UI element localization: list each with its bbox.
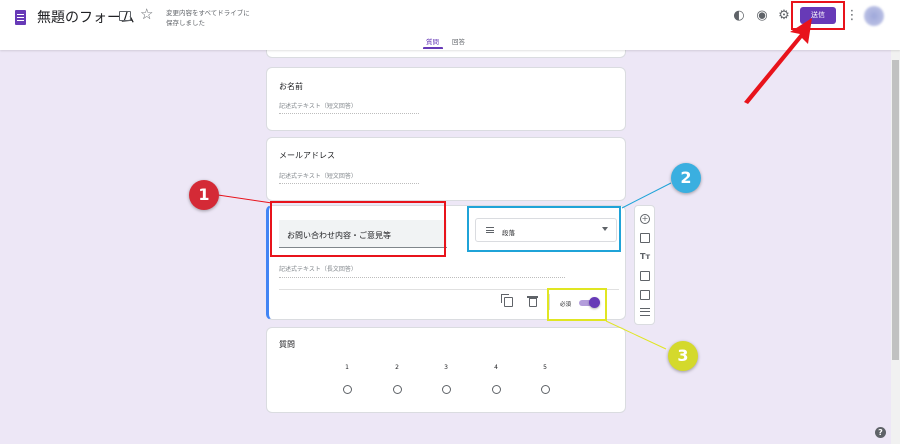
add-title-icon[interactable]: Tт (640, 252, 650, 262)
question-card-email[interactable]: メールアドレス 記述式テキスト（短文回答） (266, 137, 626, 201)
star-icon[interactable]: ☆ (140, 5, 153, 23)
scale-radio-3[interactable] (442, 385, 451, 394)
save-status-text: 変更内容をすべてドライブに保存しました (166, 9, 250, 27)
settings-gear-icon[interactable]: ⚙ (777, 9, 791, 23)
scale-label: 3 (444, 364, 448, 371)
side-toolbar: + Tт (634, 205, 655, 325)
question-title: お名前 (279, 82, 303, 91)
duplicate-icon[interactable] (501, 294, 513, 307)
question-card-name[interactable]: お名前 記述式テキスト（短文回答） (266, 67, 626, 131)
import-questions-icon[interactable] (640, 233, 650, 243)
connector-1 (217, 194, 273, 204)
add-question-icon[interactable]: + (640, 214, 650, 224)
help-icon[interactable]: ? (875, 427, 886, 438)
short-answer-placeholder: 記述式テキスト（短文回答） (279, 171, 419, 184)
forms-doc-icon[interactable] (15, 10, 26, 25)
short-answer-placeholder: 記述式テキスト（短文回答） (279, 101, 419, 114)
tabs: 質問 回答 (0, 36, 900, 50)
folder-icon[interactable] (119, 11, 131, 21)
scrollbar[interactable] (891, 50, 900, 444)
tab-questions[interactable]: 質問 (426, 36, 439, 46)
active-tab-indicator (423, 47, 443, 49)
scale-label: 2 (395, 364, 399, 371)
question-title: 質問 (279, 340, 295, 349)
highlight-type-select-box (467, 206, 621, 252)
palette-icon[interactable]: ◐ (732, 9, 746, 23)
add-video-icon[interactable] (640, 290, 650, 300)
scale-radio-1[interactable] (343, 385, 352, 394)
scale-radio-4[interactable] (492, 385, 501, 394)
tab-responses[interactable]: 回答 (452, 36, 465, 46)
highlight-question-title-box (270, 201, 446, 257)
add-section-icon[interactable] (640, 308, 650, 316)
annotation-marker-3: 3 (668, 341, 698, 371)
scrollbar-thumb[interactable] (892, 60, 899, 360)
preview-eye-icon[interactable]: ◉ (755, 9, 769, 23)
long-answer-placeholder: 記述式テキスト（長文回答） (279, 264, 565, 278)
annotation-marker-2: 2 (671, 163, 701, 193)
highlight-send-box (791, 1, 845, 30)
app-header: 無題のフォーム ☆ 変更内容をすべてドライブに保存しました ◐ ◉ ⚙ 送信 ⋮… (0, 0, 900, 50)
scale-radio-5[interactable] (541, 385, 550, 394)
question-card-scale[interactable]: 質問 1 2 3 4 5 (266, 327, 626, 413)
avatar[interactable] (864, 6, 884, 26)
add-image-icon[interactable] (640, 271, 650, 281)
more-vert-icon[interactable]: ⋮ (845, 9, 859, 23)
delete-icon[interactable] (527, 296, 538, 307)
scale-label: 1 (345, 364, 349, 371)
question-title: メールアドレス (279, 151, 335, 160)
scale-label: 5 (543, 364, 547, 371)
annotation-marker-1: 1 (189, 180, 219, 210)
highlight-required-box (547, 288, 607, 321)
scale-label: 4 (494, 364, 498, 371)
scale-radio-2[interactable] (393, 385, 402, 394)
